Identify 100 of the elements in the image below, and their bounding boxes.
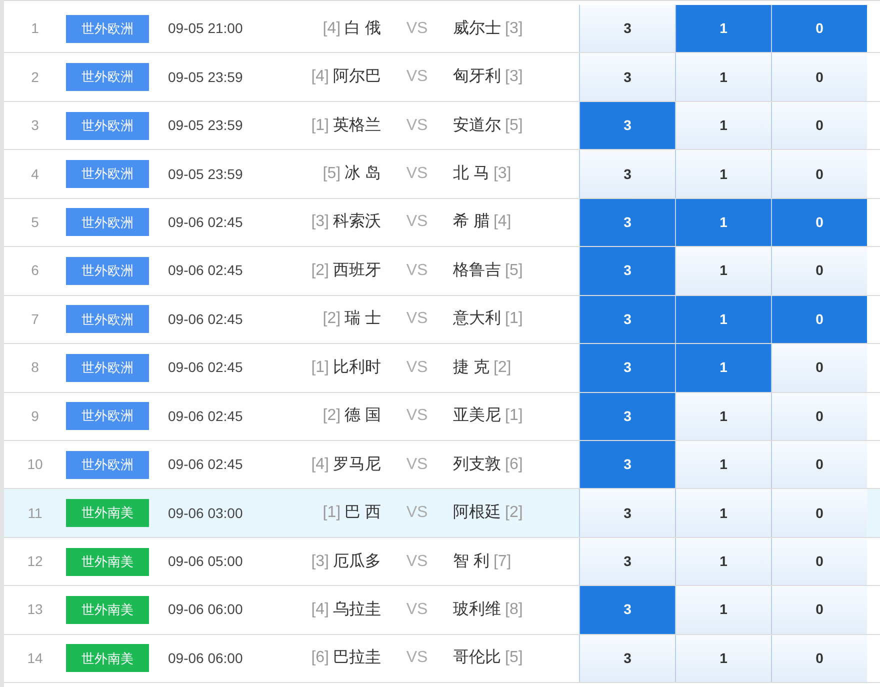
odds-option[interactable]: 0 (771, 586, 867, 634)
home-rank: [2] (322, 406, 341, 426)
odds-option[interactable]: 0 (771, 634, 867, 682)
home-rank: [1] (311, 358, 329, 378)
versus-label: VS (405, 164, 429, 184)
home-rank: [3] (311, 212, 329, 232)
away-team: 阿根廷 (453, 503, 501, 524)
odds-option[interactable]: 1 (675, 150, 771, 198)
odds-option[interactable]: 1 (675, 5, 771, 52)
odds-option[interactable]: 0 (771, 198, 867, 246)
odds-option[interactable]: 0 (771, 150, 867, 198)
odds-option[interactable]: 3 (579, 586, 675, 634)
odds-option[interactable]: 3 (579, 102, 675, 150)
home-team: 厄瓜多 (333, 552, 381, 572)
odds-option[interactable]: 3 (579, 5, 675, 52)
odds-option[interactable]: 3 (579, 634, 675, 682)
odds-option[interactable]: 3 (579, 296, 675, 344)
match-time: 09-06 02:45 (168, 310, 244, 329)
versus-label: VS (405, 648, 429, 668)
odds-option[interactable]: 0 (771, 440, 867, 488)
league-tag: 世外南美 (66, 548, 149, 576)
odds-option[interactable]: 3 (579, 53, 675, 101)
row-number: 2 (30, 68, 40, 87)
versus-label: VS (405, 309, 429, 330)
away-rank: [3] (505, 67, 523, 88)
home-rank: [1] (322, 503, 341, 524)
versus-label: VS (405, 67, 429, 88)
odds-option[interactable]: 1 (675, 489, 771, 537)
odds-option[interactable]: 1 (675, 538, 771, 586)
away-team: 北 马 (453, 164, 490, 184)
home-team: 瑞 士 (344, 308, 381, 330)
away-rank: [2] (493, 358, 512, 378)
row-number: 3 (30, 116, 40, 136)
odds-option[interactable]: 0 (771, 344, 867, 392)
match-time: 09-06 02:45 (168, 406, 244, 426)
odds-option[interactable]: 1 (675, 634, 771, 682)
odds-option[interactable]: 3 (579, 344, 675, 392)
row-number: 11 (26, 504, 44, 523)
odds-option[interactable]: 1 (675, 296, 771, 344)
away-rank: [8] (505, 600, 523, 620)
odds-option[interactable]: 0 (771, 102, 867, 150)
away-rank: [5] (505, 648, 523, 668)
row-number: 1 (30, 19, 40, 38)
odds-option[interactable]: 0 (771, 296, 867, 344)
odds-option[interactable]: 0 (771, 392, 867, 440)
odds-option[interactable]: 1 (675, 247, 771, 295)
league-tag: 世外南美 (66, 499, 149, 528)
row-number: 7 (30, 310, 40, 329)
home-rank: [2] (311, 260, 329, 281)
away-team: 哥伦比 (453, 648, 501, 668)
versus-label: VS (405, 454, 429, 475)
odds-option[interactable]: 0 (771, 5, 867, 52)
odds-option[interactable]: 3 (579, 538, 675, 586)
row-number: 8 (30, 358, 40, 378)
versus-label: VS (405, 18, 429, 39)
odds-option[interactable]: 1 (675, 53, 771, 101)
odds-option[interactable]: 3 (579, 440, 675, 488)
home-team: 比利时 (333, 358, 381, 378)
odds-option[interactable]: 0 (771, 538, 867, 586)
league-tag: 世外欧洲 (66, 208, 149, 236)
away-team: 智 利 (453, 552, 490, 572)
odds-option[interactable]: 3 (579, 198, 675, 246)
versus-label: VS (405, 600, 429, 620)
home-team: 巴拉圭 (333, 648, 381, 668)
odds-option[interactable]: 3 (579, 392, 675, 440)
odds-option[interactable]: 1 (675, 344, 771, 392)
away-team: 意大利 (453, 308, 501, 330)
odds-option[interactable]: 1 (675, 392, 771, 440)
versus-label: VS (405, 212, 429, 232)
odds-option[interactable]: 0 (771, 53, 867, 101)
odds-option[interactable]: 0 (771, 489, 867, 537)
versus-label: VS (405, 503, 429, 524)
odds-option[interactable]: 3 (579, 489, 675, 537)
home-rank: [4] (322, 18, 341, 39)
match-time: 09-05 23:59 (168, 68, 244, 87)
odds-option[interactable]: 1 (675, 102, 771, 150)
odds-option[interactable]: 1 (675, 198, 771, 246)
home-rank: [1] (311, 116, 329, 136)
row-number: 6 (30, 261, 40, 280)
home-team: 科索沃 (333, 212, 381, 232)
row-number: 10 (26, 455, 44, 474)
away-rank: [3] (505, 18, 523, 39)
league-tag: 世外欧洲 (66, 14, 149, 43)
league-tag: 世外欧洲 (66, 305, 149, 334)
away-rank: [5] (505, 116, 523, 136)
league-tag: 世外欧洲 (66, 256, 149, 285)
league-tag: 世外欧洲 (66, 402, 149, 430)
home-rank: [4] (311, 600, 329, 620)
versus-label: VS (405, 260, 429, 281)
odds-option[interactable]: 1 (675, 440, 771, 488)
away-team: 安道尔 (453, 116, 501, 136)
odds-option[interactable]: 0 (771, 247, 867, 295)
league-tag: 世外南美 (66, 596, 149, 624)
odds-option[interactable]: 3 (579, 247, 675, 295)
odds-option[interactable]: 3 (579, 150, 675, 198)
versus-label: VS (405, 406, 429, 426)
home-rank: [6] (311, 648, 329, 668)
league-tag: 世外欧洲 (66, 354, 149, 382)
odds-option[interactable]: 1 (675, 586, 771, 634)
home-team: 西班牙 (333, 260, 381, 281)
